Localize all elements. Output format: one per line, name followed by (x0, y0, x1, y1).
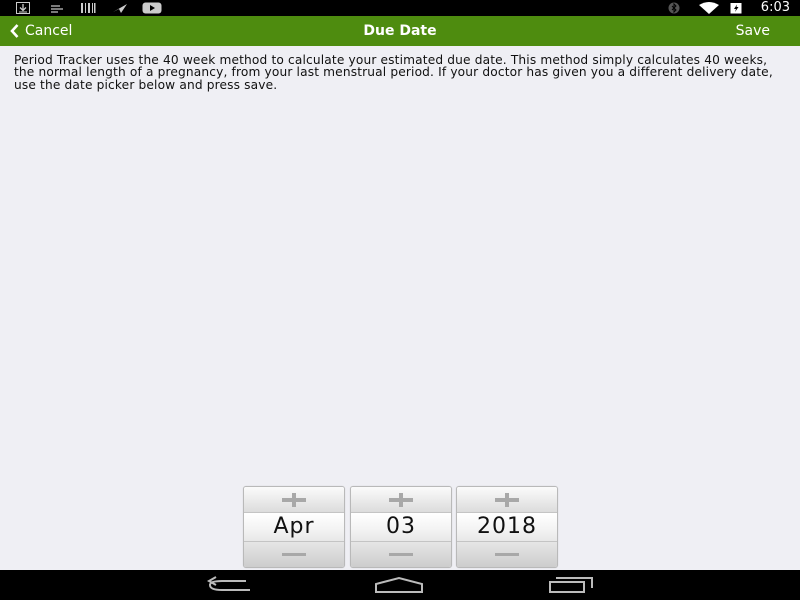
minus-icon (495, 552, 519, 556)
plus-icon (282, 492, 306, 507)
screen: 6:03 Cancel Due Date Save Period Tracker… (0, 0, 800, 600)
download-icon (16, 2, 30, 14)
month-picker: Apr (243, 486, 345, 568)
page-title: Due Date (363, 23, 437, 39)
bluetooth-icon (668, 2, 680, 14)
save-button[interactable]: Save (736, 16, 770, 46)
system-nav-bar (0, 570, 800, 600)
month-value[interactable]: Apr (244, 513, 344, 541)
cancel-button[interactable]: Cancel (10, 16, 72, 46)
chevron-left-icon (10, 24, 19, 38)
day-value[interactable]: 03 (351, 513, 451, 541)
barcode-icon (81, 3, 96, 13)
battery-icon (730, 3, 742, 14)
youtube-icon (142, 2, 162, 14)
wifi-icon (699, 2, 719, 14)
minus-icon (282, 552, 306, 556)
minus-icon (389, 552, 413, 556)
day-picker: 03 (350, 486, 452, 568)
send-icon (113, 4, 127, 13)
year-decrement-button[interactable] (457, 541, 557, 567)
plus-icon (495, 492, 519, 507)
home-icon[interactable] (374, 576, 424, 594)
day-decrement-button[interactable] (351, 541, 451, 567)
clock: 6:03 (760, 0, 790, 15)
month-increment-button[interactable] (244, 487, 344, 513)
year-value[interactable]: 2018 (457, 513, 557, 541)
cancel-label: Cancel (25, 23, 73, 39)
month-decrement-button[interactable] (244, 541, 344, 567)
day-increment-button[interactable] (351, 487, 451, 513)
back-icon[interactable] (206, 576, 252, 594)
plus-icon (389, 492, 413, 507)
year-picker: 2018 (456, 486, 558, 568)
status-bar: 6:03 (0, 0, 800, 16)
notes-icon (51, 5, 63, 13)
nav-bar: Cancel Due Date Save (0, 16, 800, 46)
year-increment-button[interactable] (457, 487, 557, 513)
description-text: Period Tracker uses the 40 week method t… (14, 53, 773, 92)
recents-icon[interactable] (548, 576, 594, 594)
